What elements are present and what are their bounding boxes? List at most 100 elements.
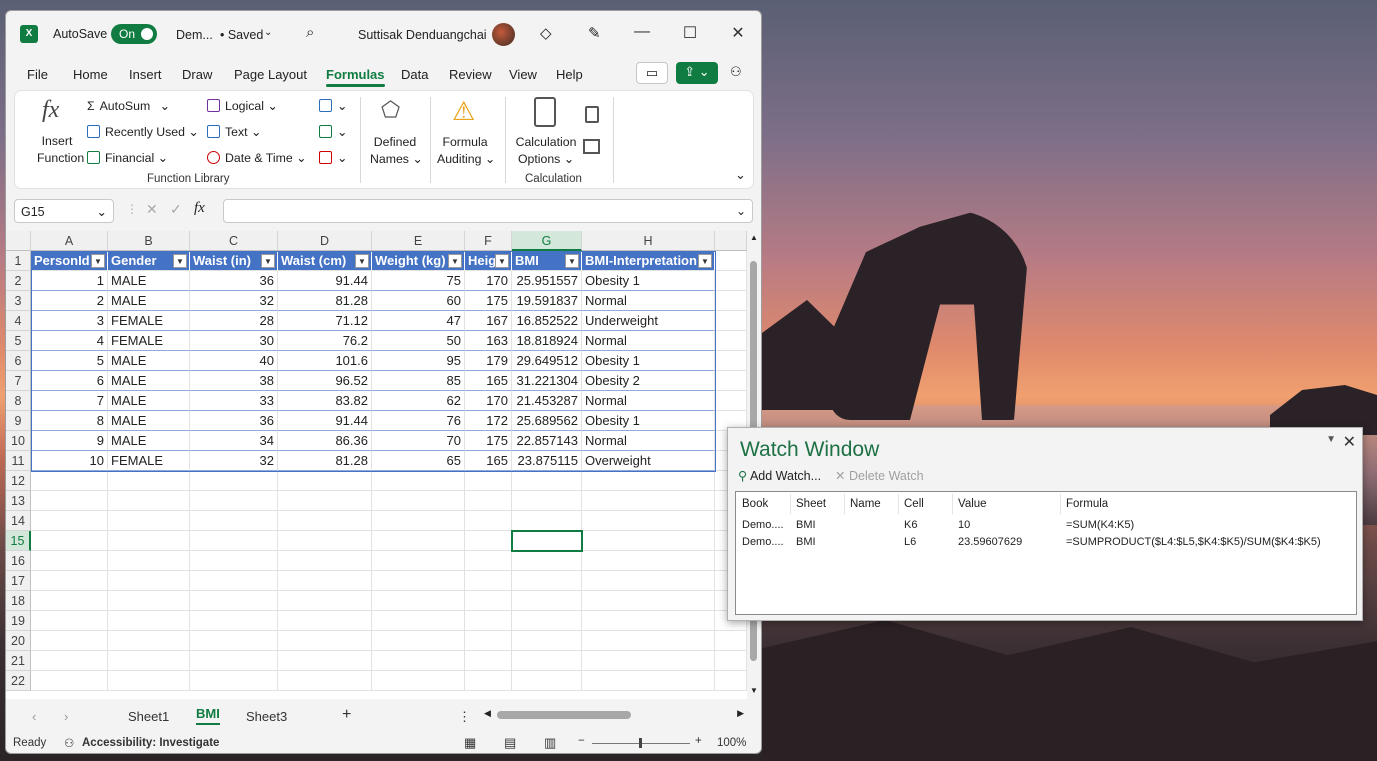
accessibility-status[interactable]: Accessibility: Investigate	[82, 737, 219, 749]
cell[interactable]	[31, 611, 108, 631]
cell[interactable]	[372, 531, 465, 551]
row-header-19[interactable]: 19	[6, 611, 31, 631]
row-header-17[interactable]: 17	[6, 571, 31, 591]
cell[interactable]	[512, 671, 582, 691]
watch-cell-book[interactable]: Demo....	[742, 536, 784, 548]
zoom-slider-thumb[interactable]	[639, 738, 642, 748]
page-layout-view-icon[interactable]: ▤	[504, 735, 516, 751]
row-header-10[interactable]: 10	[6, 431, 31, 451]
financial-button[interactable]: Financial ⌄	[87, 151, 168, 165]
cell[interactable]	[278, 491, 372, 511]
cancel-icon[interactable]: ✕	[146, 201, 158, 218]
cell[interactable]	[582, 471, 715, 491]
cell[interactable]	[108, 491, 190, 511]
cell[interactable]	[715, 651, 747, 671]
column-header-d[interactable]: D	[278, 231, 372, 251]
cell[interactable]	[372, 611, 465, 631]
horizontal-scrollbar[interactable]: ◀ ▶	[482, 708, 744, 721]
row-header-22[interactable]: 22	[6, 671, 31, 691]
cell[interactable]	[372, 631, 465, 651]
cell[interactable]	[372, 491, 465, 511]
cell[interactable]	[465, 551, 512, 571]
cell[interactable]	[582, 591, 715, 611]
cell[interactable]	[372, 511, 465, 531]
cell[interactable]	[278, 511, 372, 531]
sheet-tab-bmi[interactable]: BMI	[196, 706, 220, 725]
row-header-3[interactable]: 3	[6, 291, 31, 311]
watch-cell-formula[interactable]: =SUMPRODUCT($L4:$L5,$K4:$K5)/SUM($K4:$K5…	[1066, 536, 1321, 548]
cell[interactable]	[190, 651, 278, 671]
tab-data[interactable]: Data	[401, 67, 428, 82]
cell[interactable]	[582, 491, 715, 511]
cell[interactable]	[582, 651, 715, 671]
cell[interactable]	[190, 511, 278, 531]
cell[interactable]	[278, 611, 372, 631]
cell[interactable]	[465, 491, 512, 511]
text-button[interactable]: Text ⌄	[207, 125, 261, 139]
cell[interactable]	[278, 591, 372, 611]
defined-names-button[interactable]: Defined Names ⌄	[370, 135, 423, 166]
column-header-a[interactable]: A	[31, 231, 108, 251]
recently-used-button[interactable]: Recently Used ⌄	[87, 125, 199, 139]
cell[interactable]	[465, 671, 512, 691]
cell[interactable]	[372, 671, 465, 691]
column-header-c[interactable]: C	[190, 231, 278, 251]
column-header-b[interactable]: B	[108, 231, 190, 251]
row-header-21[interactable]: 21	[6, 651, 31, 671]
cell[interactable]	[31, 531, 108, 551]
cell[interactable]	[465, 531, 512, 551]
calculate-now-icon[interactable]	[585, 106, 599, 123]
watch-cell-cell[interactable]: L6	[904, 536, 916, 548]
watch-cell-formula[interactable]: =SUM(K4:K5)	[1066, 519, 1134, 531]
cell[interactable]	[715, 291, 747, 311]
name-box[interactable]: G15 ⌄	[14, 199, 114, 223]
cell[interactable]	[512, 471, 582, 491]
cell[interactable]	[372, 651, 465, 671]
row-header-11[interactable]: 11	[6, 451, 31, 471]
cell[interactable]	[278, 531, 372, 551]
autosum-button[interactable]: Σ AutoSum ⌄	[87, 99, 170, 113]
cell[interactable]	[715, 331, 747, 351]
comments-icon[interactable]: ▭	[636, 62, 668, 84]
cell[interactable]	[465, 631, 512, 651]
cell[interactable]	[715, 351, 747, 371]
cell[interactable]	[512, 571, 582, 591]
cell[interactable]	[108, 591, 190, 611]
coauthor-icon[interactable]: ⚇	[730, 64, 742, 80]
cell[interactable]	[465, 511, 512, 531]
close-icon[interactable]: ✕	[726, 23, 750, 43]
cell[interactable]	[582, 671, 715, 691]
row-header-2[interactable]: 2	[6, 271, 31, 291]
cell[interactable]	[31, 571, 108, 591]
date-time-button[interactable]: Date & Time ⌄	[207, 151, 306, 165]
cell[interactable]	[108, 471, 190, 491]
horizontal-scroll-thumb[interactable]	[497, 711, 631, 719]
cell[interactable]	[190, 571, 278, 591]
tab-review[interactable]: Review	[449, 67, 492, 82]
insert-function-button[interactable]: Insert Function	[37, 134, 84, 165]
watch-cell-cell[interactable]: K6	[904, 519, 917, 531]
cell[interactable]	[108, 611, 190, 631]
calculation-options-button[interactable]: Calculation Options ⌄	[515, 135, 577, 166]
more-options-icon[interactable]: ⋮	[458, 709, 471, 725]
row-header-6[interactable]: 6	[6, 351, 31, 371]
minimize-icon[interactable]: —	[630, 23, 654, 41]
lookup-reference-button[interactable]: ⌄	[319, 99, 347, 113]
chevron-down-icon[interactable]: ⌄	[264, 27, 272, 38]
cell[interactable]	[190, 531, 278, 551]
column-header-f[interactable]: F	[465, 231, 512, 251]
add-sheet-icon[interactable]: +	[342, 706, 351, 724]
cell[interactable]	[512, 551, 582, 571]
cell[interactable]	[278, 471, 372, 491]
cell[interactable]	[190, 491, 278, 511]
cell[interactable]	[715, 671, 747, 691]
row-header-12[interactable]: 12	[6, 471, 31, 491]
cell[interactable]	[512, 611, 582, 631]
worksheet-grid[interactable]: A B C D E F G H 1 PersonId ▼ Gender ▼ Waist (in) ▼ Wais…	[6, 231, 747, 699]
cell[interactable]	[31, 671, 108, 691]
cell[interactable]	[582, 531, 715, 551]
sheet-tab-sheet1[interactable]: Sheet1	[128, 709, 169, 724]
cell[interactable]	[190, 591, 278, 611]
cell[interactable]	[465, 571, 512, 591]
maximize-icon[interactable]: ☐	[678, 23, 702, 43]
